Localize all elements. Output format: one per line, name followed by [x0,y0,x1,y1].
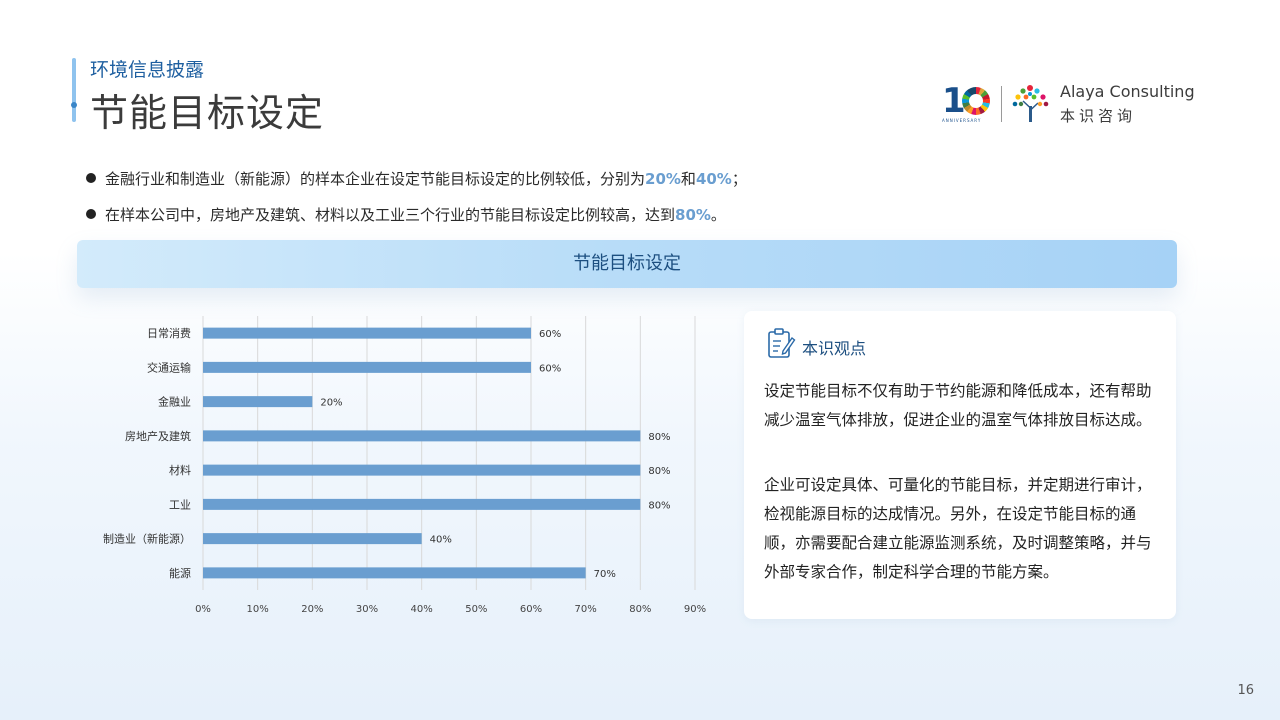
insight-title: 本识观点 [802,339,867,358]
insight-card: 本识观点 设定节能目标不仅有助于节约能源和降低成本，还有帮助减少温室气体排放，促… [744,311,1176,619]
bar [203,567,586,579]
bullet-dot [86,173,96,183]
category-label: 日常消费 [147,326,191,340]
x-tick-label: 60% [520,604,542,615]
anniversary-text: ANNIVERSARY [942,118,982,123]
page-title: 节能目标设定 [90,91,325,135]
insight-paragraph: 企业可设定具体、可量化的节能目标，并定期进行审计，检视能源目标的达成情况。另外，… [764,476,1152,581]
x-tick-label: 80% [629,604,651,615]
bullet-text: 在样本公司中，房地产及建筑、材料以及工业三个行业的节能目标设定比例较高，达到80… [105,205,726,224]
data-label: 80% [648,432,670,443]
bar-chart: 0% 10% 20% 30% 40% 50% 60% 70% 80% 90% 日常消费 60% 交通运输… [80,306,720,626]
bar [203,430,641,442]
section-label: 环境信息披露 [90,59,205,81]
data-label: 20% [320,398,342,409]
highlight-value: 80% [675,205,711,224]
highlight-value: 20% [645,169,681,188]
bullet-item: 金融行业和制造业（新能源）的样本企业在设定节能目标设定的比例较低，分别为20%和… [86,160,1186,196]
bar [203,396,313,408]
x-tick-label: 50% [465,604,487,615]
category-label: 材料 [169,463,191,477]
category-label: 交通运输 [147,360,191,374]
data-label: 80% [648,500,670,511]
category-label: 能源 [169,566,191,580]
bar [203,361,531,373]
bar [203,498,641,510]
category-label: 制造业（新能源） [103,532,191,546]
bullet-item: 在样本公司中，房地产及建筑、材料以及工业三个行业的节能目标设定比例较高，达到80… [86,196,1186,232]
x-tick-label: 90% [684,604,706,615]
chart-banner: 节能目标设定 [77,240,1177,288]
data-label: 60% [539,329,561,340]
bullet-list: 金融行业和制造业（新能源）的样本企业在设定节能目标设定的比例较低，分别为20%和… [86,160,1186,232]
title-accent-bar [72,58,76,122]
data-label: 40% [430,535,452,546]
bar [203,327,531,339]
bullet-dot [86,209,96,219]
logo-divider [1001,86,1002,122]
data-label: 60% [539,363,561,374]
tree-logo-icon [1012,85,1049,122]
x-tick-label: 10% [247,604,269,615]
x-tick-label: 0% [195,604,211,615]
sdg-wheel-icon [962,87,990,115]
highlight-value: 40% [695,169,732,188]
data-label: 70% [594,569,616,580]
page-number: 16 [1237,683,1254,698]
category-label: 金融业 [158,395,191,409]
insight-paragraph: 设定节能目标不仅有助于节约能源和降低成本，还有帮助减少温室气体排放，促进企业的温… [764,382,1152,429]
bar [203,533,422,545]
brand-name-cn: 本识咨询 [1060,107,1137,125]
x-tick-label: 40% [411,604,433,615]
chart-svg: 0% 10% 20% 30% 40% 50% 60% 70% 80% 90% 日常消费 60% 交通运输… [103,316,706,615]
x-tick-label: 30% [356,604,378,615]
bullet-text: 金融行业和制造业（新能源）的样本企业在设定节能目标设定的比例较低，分别为20%和… [105,169,747,188]
x-tick-label: 70% [575,604,597,615]
clipboard-pen-icon [768,328,796,358]
title-accent-dot [71,102,77,108]
category-label: 房地产及建筑 [125,429,191,443]
data-label: 80% [648,466,670,477]
category-label: 工业 [169,498,191,511]
bar [203,464,641,476]
logo-area: 1 ANNIVERSARY Alaya Consulting 本识咨询 [940,80,1200,126]
x-tick-label: 20% [301,604,323,615]
brand-name-en: Alaya Consulting [1060,82,1195,101]
